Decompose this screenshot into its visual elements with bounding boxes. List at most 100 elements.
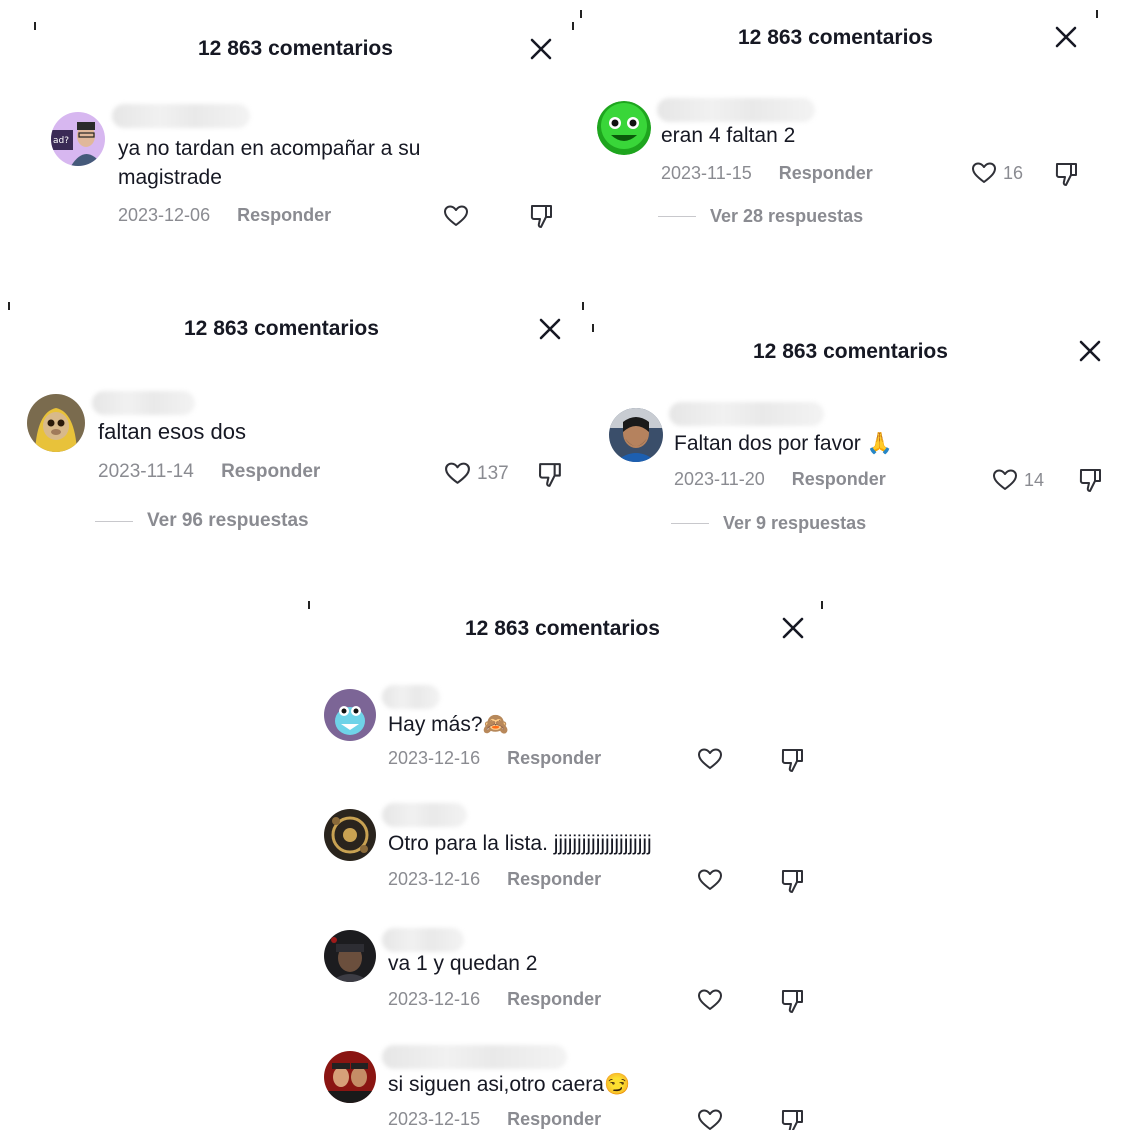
- dislike-button[interactable]: [1054, 160, 1080, 188]
- reply-button[interactable]: Responder: [507, 748, 601, 768]
- blurred-username: [92, 391, 195, 415]
- close-icon[interactable]: [781, 616, 807, 642]
- like-count: 137: [477, 462, 509, 484]
- like-button[interactable]: [697, 988, 723, 1012]
- heart-outline-icon: [697, 988, 723, 1012]
- panel-corner: [572, 22, 574, 30]
- avatar[interactable]: [324, 689, 376, 741]
- thumbs-down-icon: [1054, 160, 1080, 188]
- comment-date: 2023-12-16: [388, 748, 481, 768]
- thumbs-down-icon: [780, 746, 806, 774]
- dislike-button[interactable]: [780, 746, 806, 774]
- comment-text: ya no tardan en acompañar a su magistrad…: [118, 137, 421, 189]
- blurred-username: [669, 402, 824, 426]
- comment-date: 2023-12-16: [388, 869, 481, 889]
- heart-outline-icon: [444, 461, 471, 486]
- avatar[interactable]: ad?: [51, 112, 105, 166]
- panel-corner: [34, 22, 36, 30]
- thumbs-down-icon: [780, 1107, 806, 1130]
- blurred-username: [382, 803, 467, 827]
- heart-outline-icon: [443, 204, 469, 228]
- comment-text: Faltan dos por favor 🙏: [674, 432, 893, 455]
- view-replies-label: Ver 96 respuestas: [147, 510, 309, 531]
- comments-panel-5: 12 863 comentarios Hay más?🙈 2023-12-16 …: [305, 598, 827, 1131]
- panel-corner: [580, 10, 582, 18]
- dislike-button[interactable]: [1078, 466, 1104, 494]
- comment-text: Otro para la lista. jjjjjjjjjjjjjjjjjjjj…: [388, 832, 652, 855]
- panel-corner: [582, 302, 584, 310]
- dislike-button[interactable]: [529, 202, 555, 230]
- panel-title: 12 863 comentarios: [184, 317, 379, 340]
- avatar[interactable]: [597, 101, 651, 155]
- comment-meta: 2023-11-15 Responder: [661, 163, 873, 184]
- comment-text: si siguen asi,otro caera😏: [388, 1073, 631, 1096]
- divider-line: [95, 520, 133, 522]
- blurred-username: [382, 1045, 567, 1069]
- comment-meta: 2023-12-06 Responder: [118, 205, 331, 226]
- thumbs-down-icon: [780, 987, 806, 1015]
- heart-outline-icon: [992, 468, 1018, 492]
- avatar[interactable]: [27, 394, 85, 452]
- close-icon[interactable]: [1078, 339, 1104, 365]
- comment-text: eran 4 faltan 2: [661, 124, 796, 147]
- like-button[interactable]: [697, 1108, 723, 1130]
- dislike-button[interactable]: [780, 867, 806, 895]
- avatar[interactable]: [324, 809, 376, 861]
- comment-date: 2023-11-20: [674, 469, 765, 489]
- close-icon[interactable]: [538, 317, 564, 343]
- thumbs-down-icon: [1078, 466, 1104, 494]
- reply-button[interactable]: Responder: [507, 989, 601, 1009]
- like-button[interactable]: 16: [971, 161, 1023, 185]
- comment-text: va 1 y quedan 2: [388, 952, 538, 975]
- heart-outline-icon: [697, 1108, 723, 1130]
- reply-button[interactable]: Responder: [237, 205, 331, 225]
- reply-button[interactable]: Responder: [221, 461, 320, 482]
- view-replies-button[interactable]: Ver 28 respuestas: [658, 206, 863, 227]
- panel-corner: [592, 324, 594, 332]
- avatar[interactable]: [609, 408, 663, 462]
- view-replies-label: Ver 28 respuestas: [710, 206, 864, 226]
- view-replies-button[interactable]: Ver 9 respuestas: [671, 513, 866, 534]
- comments-panel-1: 12 863 comentarios ad? ya no tardan en a…: [0, 0, 575, 295]
- like-button[interactable]: [697, 868, 723, 892]
- comment-date: 2023-11-14: [98, 461, 194, 482]
- comment-meta: 2023-12-16 Responder: [388, 989, 601, 1010]
- blurred-username: [112, 104, 250, 128]
- like-count: 16: [1003, 162, 1024, 183]
- like-button[interactable]: 137: [444, 461, 509, 486]
- panel-title: 12 863 comentarios: [738, 26, 933, 49]
- dislike-button[interactable]: [780, 987, 806, 1015]
- comment-date: 2023-12-15: [388, 1109, 481, 1129]
- reply-button[interactable]: Responder: [779, 163, 873, 183]
- dislike-button[interactable]: [537, 460, 564, 489]
- like-count: 14: [1024, 469, 1045, 490]
- reply-button[interactable]: Responder: [507, 869, 601, 889]
- dislike-button[interactable]: [780, 1107, 806, 1130]
- thumbs-down-icon: [780, 867, 806, 895]
- close-icon[interactable]: [1054, 25, 1080, 51]
- like-button[interactable]: [443, 204, 469, 228]
- like-button[interactable]: [697, 747, 723, 771]
- avatar[interactable]: [324, 930, 376, 982]
- panel-corner: [8, 302, 10, 310]
- comments-panel-4: 12 863 comentarios Faltan dos por favor …: [590, 320, 1122, 570]
- comment-meta: 2023-11-14 Responder: [98, 461, 320, 483]
- panel-title: 12 863 comentarios: [753, 340, 948, 363]
- comment-meta: 2023-12-16 Responder: [388, 869, 601, 890]
- close-icon[interactable]: [529, 37, 555, 63]
- like-button[interactable]: 14: [992, 468, 1044, 492]
- divider-line: [658, 216, 696, 217]
- panel-title: 12 863 comentarios: [465, 617, 660, 640]
- avatar[interactable]: [324, 1051, 376, 1103]
- comment-meta: 2023-11-20 Responder: [674, 469, 886, 490]
- comment-date: 2023-12-06: [118, 205, 211, 225]
- comment-meta: 2023-12-16 Responder: [388, 748, 601, 769]
- view-replies-button[interactable]: Ver 96 respuestas: [95, 510, 309, 532]
- comment-meta: 2023-12-15 Responder: [388, 1109, 601, 1130]
- reply-button[interactable]: Responder: [792, 469, 886, 489]
- comment-text: faltan esos dos: [98, 419, 246, 444]
- thumbs-down-icon: [537, 460, 564, 489]
- reply-button[interactable]: Responder: [507, 1109, 601, 1129]
- blurred-username: [382, 685, 440, 709]
- blurred-username: [657, 98, 815, 122]
